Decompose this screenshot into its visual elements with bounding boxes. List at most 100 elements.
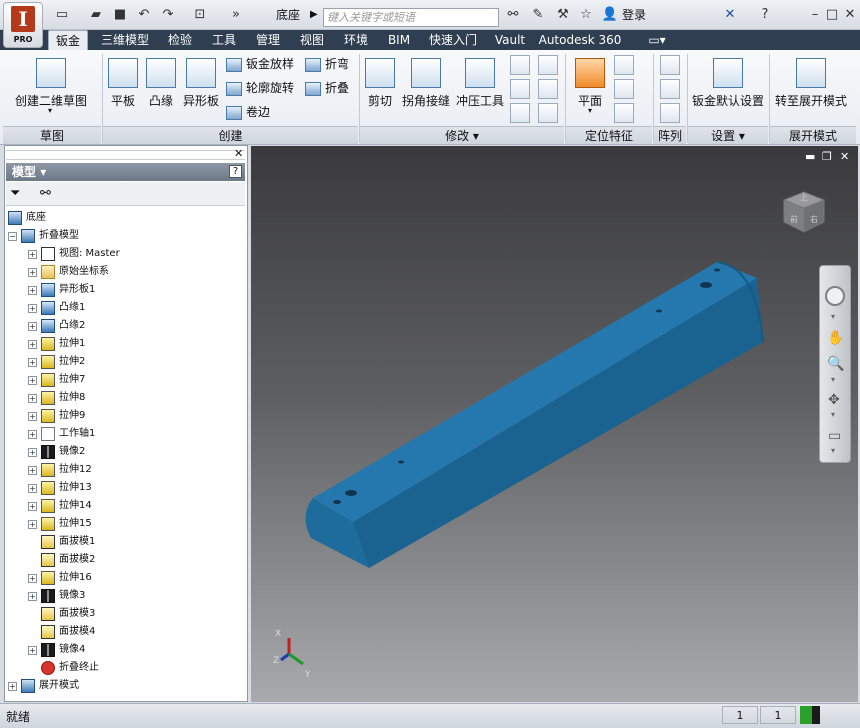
viewcube[interactable]: 上 前 右 xyxy=(780,190,828,234)
help-icon[interactable]: ? xyxy=(755,6,775,24)
tree-item-feature[interactable]: 面拔模3 xyxy=(8,605,245,623)
close-icon[interactable]: ✕ xyxy=(840,6,860,24)
tab-manage[interactable]: 管理 xyxy=(250,30,286,50)
zoom-icon[interactable]: 🔍 xyxy=(827,356,844,372)
expand-icon[interactable]: + xyxy=(28,375,37,385)
tab-3d-model[interactable]: 三维模型 xyxy=(96,30,154,50)
create-2d-sketch-button[interactable]: 创建二维草图 xyxy=(12,58,90,109)
face-button[interactable]: 平板 xyxy=(106,58,140,109)
filter-icon[interactable]: ⏷ xyxy=(10,186,20,201)
expand-icon[interactable]: + xyxy=(8,681,17,691)
expand-icon[interactable]: + xyxy=(28,303,37,313)
application-menu-button[interactable]: I PRO xyxy=(3,2,43,48)
subscription-icon[interactable]: ⚒ xyxy=(553,6,573,24)
rectangular-pattern-icon[interactable] xyxy=(660,55,680,75)
viewport-restore-icon[interactable]: ❐ xyxy=(822,150,832,163)
search-input[interactable]: 键入关键字或短语 xyxy=(323,8,499,27)
tree-item-feature[interactable]: + 拉伸13 xyxy=(8,479,245,497)
tab-get-started[interactable]: 快速入门 xyxy=(424,30,482,50)
exchange-icon[interactable]: ✕ xyxy=(720,6,740,24)
tree-item-feature[interactable]: + 镜像3 xyxy=(8,587,245,605)
punch-tool-button[interactable]: 冲压工具 xyxy=(454,58,506,109)
corner-seam-button[interactable]: 拐角接缝 xyxy=(400,58,452,109)
rip-icon[interactable] xyxy=(510,103,530,123)
work-point-icon[interactable] xyxy=(614,79,634,99)
mirror-pattern-icon[interactable] xyxy=(660,103,680,123)
go-to-flat-pattern-button[interactable]: 转至展开模式 xyxy=(772,58,850,109)
contour-roll-button[interactable]: 轮廓旋转 xyxy=(226,78,294,98)
tree-item-end-of-folded[interactable]: 折叠终止 xyxy=(8,659,245,677)
look-at-icon[interactable]: ▭ xyxy=(828,428,841,444)
expand-icon[interactable]: + xyxy=(28,501,37,511)
expand-icon[interactable]: + xyxy=(28,447,37,457)
tab-vault[interactable]: Vault xyxy=(490,30,530,50)
nav-dropdown-icon[interactable]: ▾ xyxy=(831,446,835,455)
fold-button[interactable]: 折弯 xyxy=(305,54,349,74)
redo-icon[interactable]: ↷ xyxy=(158,6,178,24)
tree-item-origin[interactable]: + 原始坐标系 xyxy=(8,263,245,281)
panel-title-modify[interactable]: 修改 ▾ xyxy=(360,126,564,144)
tab-bim[interactable]: BIM xyxy=(382,30,416,50)
corner-round-icon[interactable] xyxy=(538,79,558,99)
tree-item-feature[interactable]: + 镜像2 xyxy=(8,443,245,461)
find-binoculars-icon[interactable]: ⚯ xyxy=(40,186,51,201)
update-icon[interactable]: ⊡ xyxy=(190,6,210,24)
collapse-icon[interactable]: − xyxy=(8,231,17,241)
flange-button[interactable]: 凸缘 xyxy=(144,58,178,109)
split-icon[interactable] xyxy=(510,79,530,99)
tree-item-feature[interactable]: + 拉伸14 xyxy=(8,497,245,515)
tree-item-feature[interactable]: + 拉伸8 xyxy=(8,389,245,407)
expand-icon[interactable]: + xyxy=(28,573,37,583)
tree-item-feature[interactable]: + 拉伸9 xyxy=(8,407,245,425)
steering-wheel-icon[interactable] xyxy=(825,286,845,306)
tree-item-folded-model[interactable]: − 折叠模型 xyxy=(8,227,245,245)
tab-inspect[interactable]: 检验 xyxy=(162,30,198,50)
cut-button[interactable]: 剪切 xyxy=(363,58,397,109)
tools-icon[interactable]: ✎ xyxy=(528,6,548,24)
tree-item-feature[interactable]: + 异形板1 xyxy=(8,281,245,299)
nav-dropdown-icon[interactable]: ▾ xyxy=(831,375,835,384)
expand-icon[interactable]: + xyxy=(28,393,37,403)
expand-icon[interactable]: + xyxy=(28,249,37,259)
tree-item-feature[interactable]: + 拉伸16 xyxy=(8,569,245,587)
browser-close-icon[interactable]: ✕ xyxy=(234,147,243,160)
tab-autodesk-360[interactable]: Autodesk 360 xyxy=(538,30,622,50)
expand-icon[interactable]: + xyxy=(28,267,37,277)
open-folder-icon[interactable]: ▰ xyxy=(86,6,106,24)
plane-button[interactable]: 平面 xyxy=(570,58,610,109)
work-axis-icon[interactable] xyxy=(614,55,634,75)
tree-item-feature[interactable]: 面拔模4 xyxy=(8,623,245,641)
expand-icon[interactable]: + xyxy=(28,285,37,295)
sheet-metal-defaults-button[interactable]: 钣金默认设置 xyxy=(690,58,766,109)
tab-view[interactable]: 视图 xyxy=(294,30,330,50)
expand-icon[interactable]: + xyxy=(28,429,37,439)
dropdown-arrow-icon[interactable]: ▾ xyxy=(48,106,52,115)
tree-item-feature[interactable]: + 拉伸12 xyxy=(8,461,245,479)
tree-item-view[interactable]: + 视图: Master xyxy=(8,245,245,263)
favorites-star-icon[interactable]: ☆ xyxy=(576,6,596,24)
user-icon[interactable]: 👤 xyxy=(600,6,620,24)
tree-item-feature[interactable]: 面拔模1 xyxy=(8,533,245,551)
tree-item-flat-pattern[interactable]: + 展开模式 xyxy=(8,677,245,695)
refold-icon[interactable] xyxy=(538,55,558,75)
pan-hand-icon[interactable]: ✋ xyxy=(827,330,844,346)
unfold-icon[interactable] xyxy=(510,55,530,75)
panel-title-setup[interactable]: 设置 ▾ xyxy=(688,126,768,144)
expand-icon[interactable]: + xyxy=(28,645,37,655)
tree-item-feature[interactable]: + 拉伸15 xyxy=(8,515,245,533)
corner-chamfer-icon[interactable] xyxy=(538,103,558,123)
tree-item-feature[interactable]: + 拉伸2 xyxy=(8,353,245,371)
new-file-icon[interactable]: ▭ xyxy=(52,6,72,24)
nav-dropdown-icon[interactable]: ▾ xyxy=(831,312,835,321)
circular-pattern-icon[interactable] xyxy=(660,79,680,99)
lofted-flange-button[interactable]: 钣金放样 xyxy=(226,54,294,74)
hem-button[interactable]: 卷边 xyxy=(226,102,270,122)
ribbon-minimize-toggle-icon[interactable]: ▭▾ xyxy=(644,30,670,50)
browser-header[interactable]: 模型 ▾ xyxy=(6,163,245,181)
viewport-close-icon[interactable]: ✕ xyxy=(840,150,849,163)
expand-icon[interactable]: + xyxy=(28,339,37,349)
expand-icon[interactable]: + xyxy=(28,321,37,331)
plane-dropdown-icon[interactable]: ▾ xyxy=(588,106,592,115)
restore-icon[interactable]: □ xyxy=(822,6,842,24)
undo-icon[interactable]: ↶ xyxy=(134,6,154,24)
